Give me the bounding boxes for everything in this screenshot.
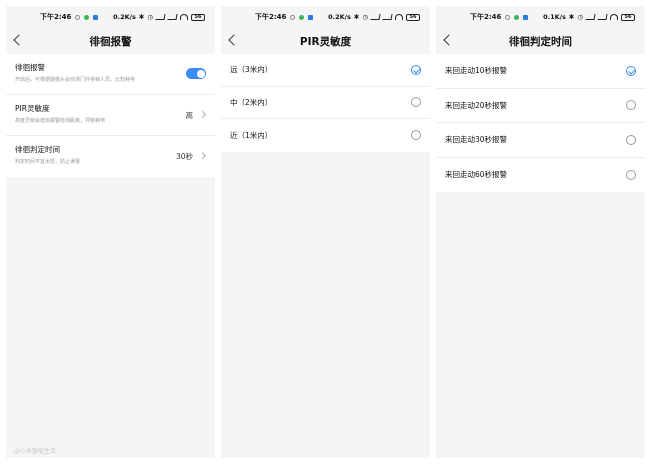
page-title: PIR灵敏度 bbox=[299, 35, 352, 48]
status-bar: 下午2:46 0.1K/s ✱ ◷ 56 bbox=[436, 6, 645, 28]
option-20s[interactable]: 来回走动20秒报警 bbox=[436, 88, 645, 123]
signal-icon bbox=[370, 14, 381, 20]
battery-icon: 56 bbox=[621, 13, 635, 21]
status-bar: 下午2:46 0.2K/s ✱ ◷ 56 bbox=[221, 6, 430, 28]
option-list: 来回走动10秒报警 来回走动20秒报警 来回走动30秒报警 来回走动60秒报警 bbox=[436, 54, 645, 192]
option-label: 近（1米内） bbox=[230, 130, 273, 140]
setting-loitering-time[interactable]: 徘徊判定时间 判定时间不宜太短，防止误报 30秒 bbox=[6, 136, 215, 177]
wifi-icon bbox=[610, 14, 618, 20]
bluetooth-icon: ✱ bbox=[353, 13, 360, 21]
page-title: 徘徊报警 bbox=[89, 35, 132, 48]
radio-icon[interactable] bbox=[626, 100, 636, 111]
toggle-knob bbox=[196, 69, 205, 78]
option-60s[interactable]: 来回走动60秒报警 bbox=[436, 157, 645, 192]
back-icon[interactable] bbox=[443, 34, 455, 46]
alarm-icon: ◷ bbox=[147, 13, 153, 21]
setting-loitering-alarm[interactable]: 徘徊报警 开启后，可根据摄像头会侦测门外徘徊人员，比较耗电 bbox=[6, 54, 215, 95]
option-label: 来回走动60秒报警 bbox=[445, 170, 508, 180]
network-speed: 0.2K/s bbox=[113, 13, 136, 21]
title-bar: 徘徊报警 bbox=[6, 28, 215, 54]
bluetooth-icon: ✱ bbox=[568, 13, 575, 21]
signal-icon bbox=[597, 14, 608, 20]
notification-icon bbox=[75, 14, 81, 20]
option-label: 来回走动20秒报警 bbox=[445, 100, 508, 110]
radio-checked-icon[interactable] bbox=[411, 64, 421, 75]
option-near[interactable]: 近（1米内） bbox=[221, 119, 430, 152]
option-medium[interactable]: 中（2米内） bbox=[221, 86, 430, 119]
notification-icon bbox=[505, 14, 511, 20]
status-time: 下午2:46 bbox=[470, 13, 502, 21]
wifi-icon bbox=[180, 14, 188, 20]
radio-icon[interactable] bbox=[411, 130, 421, 141]
option-30s[interactable]: 来回走动30秒报警 bbox=[436, 123, 645, 158]
option-list: 远（3米内） 中（2米内） 近（1米内） bbox=[221, 54, 430, 152]
radio-icon[interactable] bbox=[411, 97, 421, 108]
signal-icon bbox=[155, 14, 166, 20]
setting-value: 30秒 bbox=[175, 152, 193, 161]
back-icon[interactable] bbox=[228, 34, 240, 46]
app-icon bbox=[93, 14, 99, 20]
app-icon bbox=[308, 14, 314, 20]
radio-icon[interactable] bbox=[626, 134, 636, 145]
settings-list: 徘徊报警 开启后，可根据摄像头会侦测门外徘徊人员，比较耗电 PIR灵敏度 高度灵… bbox=[6, 54, 215, 177]
page-title: 徘徊判定时间 bbox=[509, 35, 572, 48]
signal-icon bbox=[382, 14, 393, 20]
signal-icon bbox=[167, 14, 178, 20]
app-icon bbox=[514, 14, 520, 20]
title-bar: PIR灵敏度 bbox=[221, 28, 430, 54]
option-label: 中（2米内） bbox=[230, 97, 273, 107]
notification-icon bbox=[290, 14, 296, 20]
radio-icon[interactable] bbox=[626, 169, 636, 180]
wifi-icon bbox=[395, 14, 403, 20]
setting-title: PIR灵敏度 bbox=[15, 104, 50, 113]
setting-pir-sensitivity[interactable]: PIR灵敏度 高度灵敏会增加报警检测距离，导致耗电 高 bbox=[6, 95, 215, 136]
back-icon[interactable] bbox=[13, 34, 25, 46]
app-icon bbox=[84, 14, 90, 20]
setting-description: 高度灵敏会增加报警检测距离，导致耗电 bbox=[15, 118, 106, 124]
network-speed: 0.1K/s bbox=[543, 13, 566, 21]
option-label: 来回走动10秒报警 bbox=[445, 66, 508, 76]
title-bar: 徘徊判定时间 bbox=[436, 28, 645, 54]
screen-loitering-alarm: 下午2:46 0.2K/s ✱ ◷ 56 徘徊报警 徘徊报警 开启后，可根据摄像… bbox=[6, 6, 215, 458]
bluetooth-icon: ✱ bbox=[138, 13, 145, 21]
setting-title: 徘徊报警 bbox=[15, 63, 45, 72]
option-far[interactable]: 远（3米内） bbox=[221, 54, 430, 87]
watermark: @小米智能生活 bbox=[14, 448, 57, 455]
battery-icon: 56 bbox=[406, 13, 420, 21]
status-bar: 下午2:46 0.2K/s ✱ ◷ 56 bbox=[6, 6, 215, 28]
status-time: 下午2:46 bbox=[255, 13, 287, 21]
setting-description: 开启后，可根据摄像头会侦测门外徘徊人员，比较耗电 bbox=[15, 77, 136, 83]
loitering-alarm-toggle[interactable] bbox=[186, 68, 206, 79]
battery-icon: 56 bbox=[191, 13, 205, 21]
app-icon bbox=[299, 14, 305, 20]
screen-pir-sensitivity: 下午2:46 0.2K/s ✱ ◷ 56 PIR灵敏度 远（3米内） 中（2米内… bbox=[221, 6, 430, 458]
screen-loitering-time: 下午2:46 0.1K/s ✱ ◷ 56 徘徊判定时间 来回走动10秒报警 来回… bbox=[436, 6, 645, 458]
alarm-icon: ◷ bbox=[362, 13, 368, 21]
option-10s[interactable]: 来回走动10秒报警 bbox=[436, 54, 645, 89]
network-speed: 0.2K/s bbox=[328, 13, 351, 21]
status-time: 下午2:46 bbox=[40, 13, 72, 21]
option-label: 远（3米内） bbox=[230, 65, 273, 75]
radio-checked-icon[interactable] bbox=[626, 65, 636, 76]
alarm-icon: ◷ bbox=[577, 13, 583, 21]
signal-icon bbox=[585, 14, 596, 20]
option-label: 来回走动30秒报警 bbox=[445, 135, 508, 145]
setting-value: 高 bbox=[185, 111, 194, 120]
app-icon bbox=[523, 14, 529, 20]
